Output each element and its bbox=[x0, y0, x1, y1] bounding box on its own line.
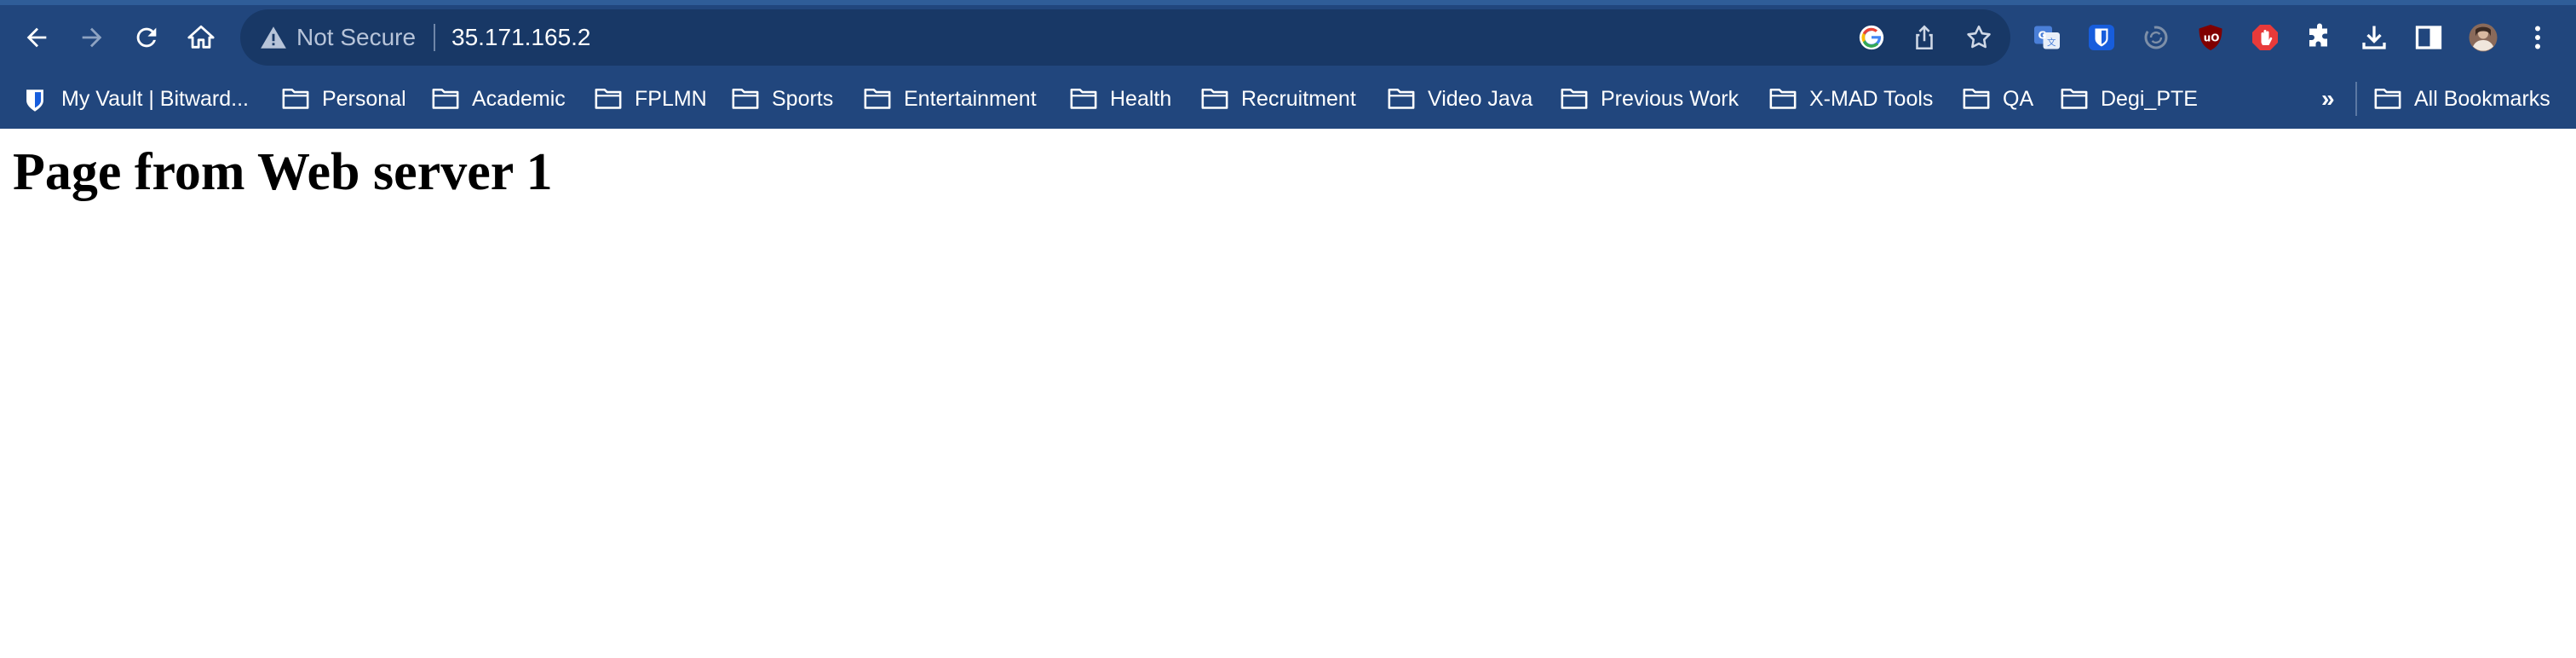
folder-icon bbox=[1768, 86, 1797, 112]
bookmark-label: X-MAD Tools bbox=[1809, 86, 1934, 111]
home-button[interactable] bbox=[178, 14, 224, 61]
svg-text:uO: uO bbox=[2204, 32, 2220, 44]
extensions-button[interactable] bbox=[2300, 18, 2339, 57]
more-menu-icon bbox=[2535, 26, 2540, 49]
folder-icon bbox=[863, 86, 892, 112]
bookmark-label: QA bbox=[2003, 86, 2034, 111]
browser-toolbar: Not Secure 35.171.165.2 G文 uO bbox=[0, 5, 2576, 70]
bookmark-label: Degi_PTE bbox=[2101, 86, 2198, 111]
bitwarden-extension[interactable] bbox=[2082, 18, 2121, 57]
page-heading: Page from Web server 1 bbox=[13, 143, 553, 201]
folder-icon bbox=[1069, 86, 1098, 112]
bookmark-item[interactable]: Personal bbox=[281, 78, 406, 119]
bookmark-item[interactable]: Previous Work bbox=[1560, 78, 1739, 119]
bookmark-item[interactable]: Sports bbox=[731, 78, 833, 119]
bookmark-item[interactable]: X-MAD Tools bbox=[1768, 78, 1933, 119]
bookmark-item[interactable]: Recruitment bbox=[1200, 78, 1356, 119]
bookmark-item[interactable]: Entertainment bbox=[863, 78, 1037, 119]
svg-text:文: 文 bbox=[2047, 37, 2056, 48]
google-translate-icon: G文 bbox=[2034, 26, 2060, 49]
google-translate-extension[interactable]: G文 bbox=[2027, 18, 2067, 57]
bookmark-label: Video Java bbox=[1428, 86, 1533, 111]
svg-text:G: G bbox=[2038, 30, 2047, 42]
bookmark-item[interactable]: My Vault | Bitward... bbox=[20, 78, 249, 119]
bookmark-label: Entertainment bbox=[904, 86, 1037, 111]
bookmark-item[interactable]: QA bbox=[1962, 78, 2033, 119]
browser-chrome: Not Secure 35.171.165.2 G文 uO My Vault |… bbox=[0, 0, 2576, 129]
browser-menu-button[interactable] bbox=[2518, 18, 2557, 57]
bookmark-label: Personal bbox=[322, 86, 406, 111]
back-button[interactable] bbox=[14, 14, 60, 61]
forward-button[interactable] bbox=[69, 14, 115, 61]
share-button[interactable] bbox=[1907, 20, 1941, 55]
bookmark-label: FPLMN bbox=[635, 86, 707, 111]
bookmarks-divider bbox=[2355, 82, 2357, 116]
folder-icon bbox=[281, 86, 310, 112]
profile-avatar bbox=[2469, 23, 2498, 52]
all-bookmarks-label: All Bookmarks bbox=[2414, 86, 2550, 111]
extensions-puzzle-icon bbox=[2309, 23, 2327, 47]
home-icon bbox=[187, 25, 215, 49]
bitwarden-icon bbox=[2089, 25, 2114, 50]
bookmark-item[interactable]: Health bbox=[1069, 78, 1171, 119]
bookmark-label: Academic bbox=[472, 86, 566, 111]
folder-icon bbox=[1200, 86, 1229, 112]
adblock-icon bbox=[2252, 25, 2278, 50]
folder-icon bbox=[594, 86, 623, 112]
forward-icon bbox=[82, 27, 102, 48]
folder-icon bbox=[731, 86, 760, 112]
bookmark-item[interactable]: FPLMN bbox=[594, 78, 707, 119]
folder-icon bbox=[2060, 86, 2089, 112]
bitwarden-icon bbox=[20, 86, 49, 112]
download-icon bbox=[2362, 26, 2386, 49]
ublock-origin-extension[interactable]: uO bbox=[2191, 18, 2230, 57]
profile-button[interactable] bbox=[2464, 18, 2503, 57]
side-panel-icon bbox=[2415, 26, 2442, 49]
folder-icon bbox=[1962, 86, 1991, 112]
folder-icon bbox=[1560, 86, 1589, 112]
bookmark-item[interactable]: Academic bbox=[431, 78, 566, 119]
bookmark-label: Sports bbox=[772, 86, 834, 111]
bookmark-label: My Vault | Bitward... bbox=[61, 86, 249, 111]
url-text[interactable]: 35.171.165.2 bbox=[451, 20, 591, 55]
back-icon bbox=[26, 27, 47, 48]
bookmark-label: Health bbox=[1110, 86, 1172, 111]
google-lens-icon bbox=[1859, 25, 1884, 50]
bookmarks-bar: My Vault | Bitward... Personal Academic FPL… bbox=[0, 70, 2576, 128]
bookmarks-overflow-button[interactable]: » bbox=[2321, 78, 2335, 119]
google-lens-button[interactable] bbox=[1854, 20, 1889, 55]
bookmark-item[interactable]: Video Java bbox=[1387, 78, 1532, 119]
address-bar[interactable]: Not Secure 35.171.165.2 bbox=[240, 9, 2010, 66]
side-panel-button[interactable] bbox=[2409, 18, 2448, 57]
bookmark-item[interactable]: Degi_PTE bbox=[2060, 78, 2198, 119]
reload-icon bbox=[136, 27, 157, 48]
folder-icon bbox=[431, 86, 460, 112]
sync-icon bbox=[2144, 26, 2168, 49]
folder-icon bbox=[1387, 86, 1416, 112]
security-status-label[interactable]: Not Secure bbox=[296, 20, 416, 55]
all-bookmarks-button[interactable]: All Bookmarks bbox=[2373, 78, 2550, 119]
adblock-extension[interactable] bbox=[2245, 18, 2285, 57]
downloads-button[interactable] bbox=[2355, 18, 2394, 57]
warning-icon[interactable] bbox=[259, 23, 288, 52]
share-icon bbox=[1916, 25, 1933, 50]
sync-extension[interactable] bbox=[2136, 18, 2176, 57]
bookmark-label: Previous Work bbox=[1601, 86, 1739, 111]
bookmark-star-icon bbox=[1967, 25, 1991, 49]
reload-button[interactable] bbox=[124, 14, 170, 61]
omnibox-divider bbox=[434, 24, 435, 51]
bookmark-label: Recruitment bbox=[1241, 86, 1356, 111]
folder-icon bbox=[2373, 86, 2402, 112]
bookmark-star-button[interactable] bbox=[1962, 20, 1996, 55]
ublock-origin-icon: uO bbox=[2199, 25, 2222, 50]
